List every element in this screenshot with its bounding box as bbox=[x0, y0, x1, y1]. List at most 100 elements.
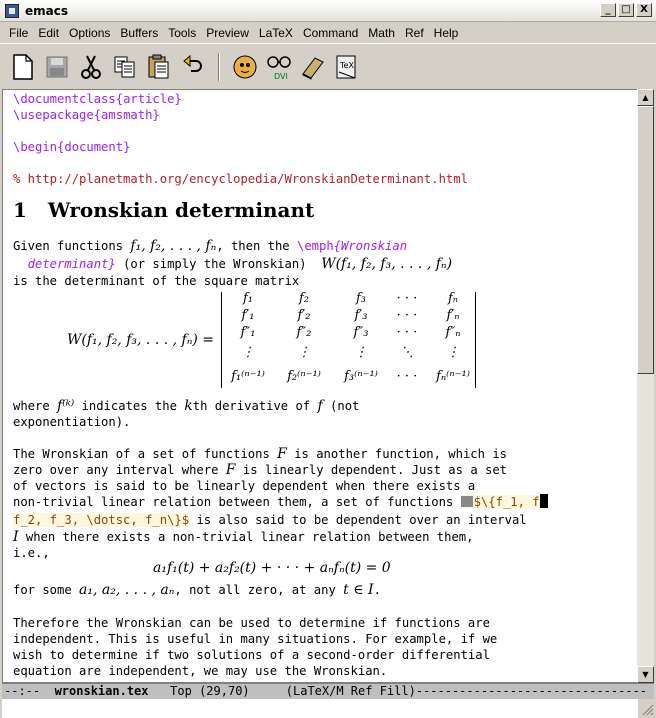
matrix-left-bar bbox=[221, 292, 222, 388]
buffer-line: Therefore the Wronskian can be used to d… bbox=[13, 616, 490, 630]
matrix-cell: f″₂ bbox=[296, 325, 312, 340]
new-file-button[interactable] bbox=[8, 51, 38, 83]
tex-file-button[interactable]: TeX bbox=[332, 51, 362, 83]
menu-help[interactable]: Help bbox=[429, 26, 464, 40]
buffer-line: i.e., bbox=[13, 546, 50, 560]
scroll-down-arrow[interactable]: ▼ bbox=[637, 666, 654, 683]
buffer-line: \begin{document} bbox=[13, 140, 131, 154]
matrix-cell: f″₃ bbox=[353, 325, 369, 340]
minibuffer[interactable] bbox=[2, 699, 638, 718]
menu-edit[interactable]: Edit bbox=[33, 26, 64, 40]
buffer-line: where f⁽ᵏ⁾ indicates the kth derivative … bbox=[13, 398, 360, 414]
matrix-cell: · · · bbox=[396, 308, 418, 323]
buffer-name: wronskian.tex bbox=[54, 684, 149, 698]
emacs-app-icon bbox=[5, 3, 19, 18]
buffer-line: I when there exists a non-trivial linear… bbox=[13, 529, 474, 545]
copy-icon bbox=[114, 56, 135, 77]
cut-button[interactable] bbox=[76, 51, 106, 83]
save-icon bbox=[46, 56, 68, 77]
matrix-cell: f₂⁽ⁿ⁻¹⁾ bbox=[287, 369, 321, 384]
title-bar: emacs _ □ X bbox=[0, 0, 656, 22]
menu-latex[interactable]: LaTeX bbox=[254, 26, 298, 40]
tex-document-icon: TeX bbox=[336, 55, 356, 78]
resize-grip-icon[interactable] bbox=[640, 702, 654, 716]
bibtex-button[interactable] bbox=[298, 51, 328, 83]
paste-icon bbox=[148, 54, 169, 78]
buffer-line: \documentclass{article} bbox=[13, 92, 182, 106]
matrix-cell: ⋮ bbox=[354, 345, 368, 360]
matrix-cell: f₃⁽ⁿ⁻¹⁾ bbox=[344, 369, 378, 384]
matrix-lhs: W(f₁, f₂, f₃, . . . , fₙ) = bbox=[67, 332, 215, 348]
comment-line: % http://planetmath.org/encyclopedia/Wro… bbox=[13, 172, 468, 186]
buffer-line: determinant} (or simply the Wronskian) W… bbox=[13, 256, 453, 272]
current-line: non-trivial linear relation between them… bbox=[3, 494, 629, 510]
matrix-cell: ⋮ bbox=[241, 345, 255, 360]
matrix-cell: fₙ⁽ⁿ⁻¹⁾ bbox=[436, 369, 470, 384]
buffer-line: exponentiation). bbox=[13, 415, 131, 429]
menu-preview[interactable]: Preview bbox=[201, 26, 254, 40]
matrix-cell: f′ₙ bbox=[446, 308, 460, 323]
latex-button[interactable] bbox=[230, 51, 260, 83]
view-dvi-button[interactable]: DVI bbox=[264, 51, 294, 83]
matrix-cell: · · · bbox=[396, 325, 418, 340]
matrix-cell: ⋮ bbox=[297, 345, 311, 360]
scroll-thumb[interactable] bbox=[637, 106, 654, 374]
matrix-cell: f₁⁽ⁿ⁻¹⁾ bbox=[231, 369, 265, 384]
glasses-icon: DVI bbox=[267, 55, 291, 81]
buffer-line: equation are independent, we may use the… bbox=[13, 664, 388, 678]
buffer-line: wish to determine if two solutions of a … bbox=[13, 648, 490, 662]
copy-button[interactable] bbox=[110, 51, 140, 83]
toolbar: DVI TeX bbox=[0, 43, 656, 89]
dvi-label: DVI bbox=[274, 72, 288, 81]
mode-line: --:-- wronskian.tex Top (29,70) (LaTeX/M… bbox=[2, 683, 654, 699]
buffer-line: independent. This is useful in many situ… bbox=[13, 632, 498, 646]
undo-button[interactable] bbox=[178, 51, 208, 83]
menu-tools[interactable]: Tools bbox=[163, 26, 201, 40]
menu-bar: File Edit Options Buffers Tools Preview … bbox=[0, 22, 656, 43]
menu-file[interactable]: File bbox=[4, 26, 33, 40]
minimize-button[interactable]: _ bbox=[600, 3, 616, 17]
matrix-cell: f′₁ bbox=[241, 308, 255, 323]
matrix-cell: f″₁ bbox=[240, 325, 256, 340]
buffer-line: The Wronskian of a set of functions F is… bbox=[13, 446, 507, 462]
matrix-cell: f′₃ bbox=[354, 308, 368, 323]
window-controls: _ □ X bbox=[600, 3, 652, 17]
scissors-icon bbox=[81, 55, 101, 79]
buffer-line: zero over any interval where F is linear… bbox=[13, 462, 508, 478]
maximize-button[interactable]: □ bbox=[618, 3, 634, 17]
svg-text:TeX: TeX bbox=[339, 61, 354, 70]
menu-options[interactable]: Options bbox=[64, 26, 115, 40]
save-button[interactable] bbox=[42, 51, 72, 83]
editor-buffer[interactable]: \documentclass{article} \usepackage{amsm… bbox=[2, 89, 638, 683]
buffer-line: Given functions f₁, f₂, . . . , fₙ, then… bbox=[13, 238, 408, 254]
menu-ref[interactable]: Ref bbox=[400, 26, 429, 40]
major-mode: (LaTeX/M Ref Fill) bbox=[285, 684, 416, 698]
undo-icon bbox=[183, 54, 202, 72]
matrix-cell: ⋱ bbox=[400, 345, 414, 360]
matrix-cell: ⋮ bbox=[446, 345, 460, 360]
buffer-line: is the determinant of the square matrix bbox=[13, 274, 300, 288]
menu-command[interactable]: Command bbox=[298, 26, 363, 40]
menu-buffers[interactable]: Buffers bbox=[115, 26, 163, 40]
equation: a₁f₁(t) + a₂f₂(t) + · · · + aₙfₙ(t) = 0 bbox=[153, 560, 391, 576]
new-file-icon bbox=[13, 53, 33, 80]
latex-lion-icon bbox=[233, 55, 257, 78]
buffer-line: of vectors is said to be linearly depend… bbox=[13, 479, 476, 493]
matrix-cell: · · · bbox=[396, 291, 418, 306]
matrix-cell: · · · bbox=[396, 369, 418, 384]
matrix-cell: f₂ bbox=[298, 291, 310, 306]
matrix-cell: f₁ bbox=[242, 291, 254, 306]
scroll-up-arrow[interactable]: ▲ bbox=[637, 89, 654, 106]
matrix-cell: f₃ bbox=[355, 291, 367, 306]
paste-button[interactable] bbox=[144, 51, 174, 83]
buffer-line: f_2, f_3, \dotsc, f_n\}$ is also said to… bbox=[13, 513, 527, 527]
preview-icon bbox=[460, 496, 473, 507]
window-title: emacs bbox=[25, 3, 68, 18]
buffer-line: \usepackage{amsmath} bbox=[13, 108, 160, 122]
buffer-line: for some a₁, a₂, . . . , aₙ, not all zer… bbox=[13, 582, 381, 598]
matrix-cell: fₙ bbox=[447, 291, 459, 306]
text-cursor bbox=[539, 494, 548, 508]
vertical-scrollbar[interactable]: ▲ ▼ bbox=[637, 89, 654, 683]
menu-math[interactable]: Math bbox=[363, 26, 400, 40]
close-button[interactable]: X bbox=[636, 3, 652, 17]
